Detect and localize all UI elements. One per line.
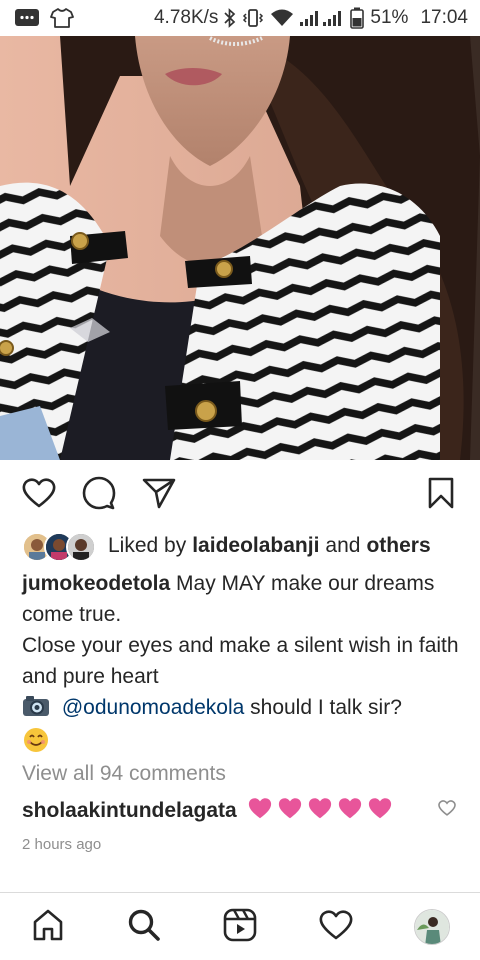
pink-heart-icon bbox=[247, 797, 273, 825]
pink-heart-icon bbox=[337, 797, 363, 825]
caption-text-3: should I talk sir? bbox=[250, 696, 402, 719]
search-icon bbox=[127, 908, 161, 947]
avatar bbox=[66, 532, 96, 562]
comment-button[interactable] bbox=[80, 476, 118, 514]
like-button[interactable] bbox=[20, 476, 58, 514]
paper-plane-icon bbox=[142, 477, 176, 514]
vibrate-icon bbox=[242, 8, 264, 28]
status-bar: 4.78K/s 51% 17:04 bbox=[0, 0, 480, 36]
pink-heart-icon bbox=[277, 797, 303, 825]
heart-icon bbox=[319, 909, 353, 945]
battery-icon bbox=[350, 7, 365, 29]
comment-bubble-icon bbox=[82, 476, 116, 515]
heart-icon bbox=[438, 798, 456, 821]
comment-username-link[interactable]: sholaakintundelagata bbox=[22, 799, 237, 823]
post-timestamp: 2 hours ago bbox=[22, 836, 102, 853]
comment-like-button[interactable] bbox=[438, 798, 456, 822]
wifi-icon bbox=[270, 8, 294, 28]
liked-by-others-link[interactable]: others bbox=[366, 534, 430, 558]
avatar bbox=[414, 909, 450, 945]
home-icon bbox=[31, 908, 65, 947]
reels-icon bbox=[223, 908, 257, 947]
post-caption: jumokeodetola May MAY make our dreams co… bbox=[22, 568, 462, 763]
pink-heart-icon bbox=[307, 797, 333, 825]
comment-row: sholaakintundelagata bbox=[22, 796, 460, 826]
caption-emoji-line bbox=[22, 726, 462, 763]
caption-paragraph-1: jumokeodetola May MAY make our dreams co… bbox=[22, 568, 462, 630]
signal-icon bbox=[300, 8, 344, 28]
caption-paragraph-3: @odunomoadekola should I talk sir? bbox=[22, 692, 462, 726]
caption-username-link[interactable]: jumokeodetola bbox=[22, 572, 170, 595]
liker-avatars bbox=[22, 531, 96, 562]
view-all-comments-link[interactable]: View all 94 comments bbox=[22, 762, 226, 786]
bottom-navigation bbox=[0, 892, 480, 960]
battery-percent: 51% bbox=[370, 7, 409, 28]
liked-by-row[interactable]: Liked by laideolabanji and others bbox=[22, 530, 462, 562]
mention-link[interactable]: @odunomoadekola bbox=[62, 696, 244, 719]
nav-home[interactable] bbox=[30, 909, 66, 945]
message-icon bbox=[14, 8, 40, 28]
caption-text-2: Close your eyes and make a silent wish i… bbox=[22, 634, 459, 688]
heart-icon bbox=[22, 477, 56, 513]
nav-profile[interactable] bbox=[414, 909, 450, 945]
liked-by-and: and bbox=[325, 534, 361, 557]
smiling-face-icon bbox=[22, 726, 50, 763]
post-action-bar bbox=[0, 470, 480, 520]
nav-search[interactable] bbox=[126, 909, 162, 945]
liked-by-user-link[interactable]: laideolabanji bbox=[192, 534, 319, 558]
share-button[interactable] bbox=[140, 476, 178, 514]
camera-icon bbox=[22, 695, 50, 726]
comment-hearts bbox=[247, 797, 393, 825]
tshirt-icon bbox=[50, 7, 74, 29]
nav-activity[interactable] bbox=[318, 909, 354, 945]
pink-heart-icon bbox=[367, 797, 393, 825]
network-speed: 4.78K/s bbox=[153, 7, 219, 28]
save-button[interactable] bbox=[422, 476, 460, 514]
liked-by-prefix: Liked by bbox=[108, 534, 187, 557]
clock: 17:04 bbox=[420, 7, 468, 28]
bluetooth-icon bbox=[224, 8, 236, 28]
post-image[interactable] bbox=[0, 36, 480, 460]
nav-reels[interactable] bbox=[222, 908, 258, 947]
bookmark-icon bbox=[427, 477, 455, 514]
